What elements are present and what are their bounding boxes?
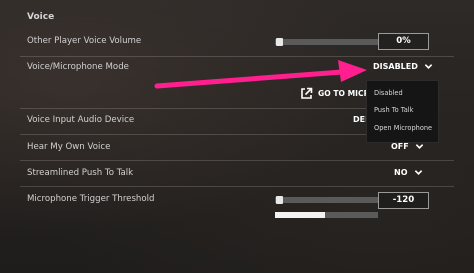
annotation-arrow [154, 60, 367, 89]
